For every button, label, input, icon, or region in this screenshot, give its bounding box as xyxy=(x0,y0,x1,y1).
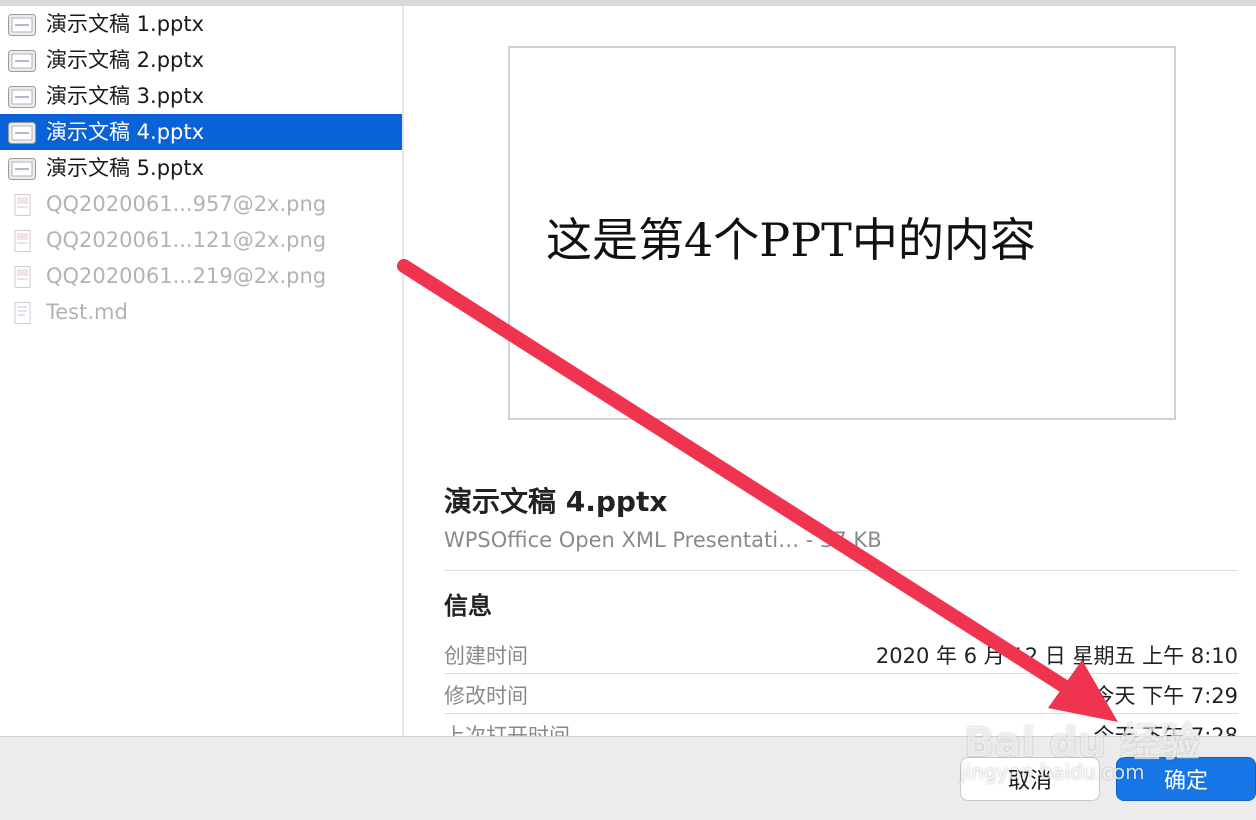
file-name: 演示文稿 1.pptx xyxy=(46,12,205,36)
pptx-file-icon xyxy=(8,14,36,36)
file-row[interactable]: 演示文稿 4.pptx xyxy=(0,114,402,150)
preview-file-name: 演示文稿 4.pptx xyxy=(444,485,668,518)
file-list[interactable]: 演示文稿 1.pptx 演示文稿 2.pptx 演示文稿 3.pptx 演示文稿 4.… xyxy=(0,6,402,736)
png-file-icon xyxy=(8,230,36,252)
info-value: 2020 年 6 月 12 日 星期五 上午 8:10 xyxy=(875,644,1238,668)
file-name: QQ2020061...957@2x.png xyxy=(46,192,327,216)
info-section-title: 信息 xyxy=(444,592,492,620)
pptx-file-icon xyxy=(8,86,36,108)
file-name: QQ2020061...219@2x.png xyxy=(46,264,327,288)
pptx-file-icon xyxy=(8,158,36,180)
file-name: 演示文稿 4.pptx xyxy=(46,120,205,144)
dialog-button-bar: 取消 确定 xyxy=(0,736,1256,820)
file-name: QQ2020061...121@2x.png xyxy=(46,228,327,252)
file-name: 演示文稿 5.pptx xyxy=(46,156,205,180)
md-file-icon xyxy=(8,302,36,324)
file-row: QQ2020061...219@2x.png xyxy=(0,258,402,294)
file-name: 演示文稿 3.pptx xyxy=(46,84,205,108)
file-name: Test.md xyxy=(46,300,128,324)
pptx-file-icon xyxy=(8,50,36,72)
divider xyxy=(444,570,1238,571)
info-label: 修改时间 xyxy=(444,684,528,708)
confirm-button[interactable]: 确定 xyxy=(1116,757,1256,801)
preview-pane: 这是第4个PPT中的内容 演示文稿 4.pptx WPSOffice Open … xyxy=(404,6,1256,754)
cancel-button[interactable]: 取消 xyxy=(960,757,1100,801)
slide-thumbnail: 这是第4个PPT中的内容 xyxy=(508,46,1176,420)
file-row[interactable]: 演示文稿 2.pptx xyxy=(0,42,402,78)
info-label: 创建时间 xyxy=(444,644,528,668)
png-file-icon xyxy=(8,194,36,216)
slide-text: 这是第4个PPT中的内容 xyxy=(546,213,1036,267)
info-row-modified: 修改时间 今天 下午 7:29 xyxy=(444,674,1238,714)
preview-file-kind: WPSOffice Open XML Presentati… - 37 KB xyxy=(444,528,882,552)
pptx-file-icon xyxy=(8,122,36,144)
info-row-created: 创建时间 2020 年 6 月 12 日 星期五 上午 8:10 xyxy=(444,634,1238,674)
file-row: QQ2020061...121@2x.png xyxy=(0,222,402,258)
file-row: QQ2020061...957@2x.png xyxy=(0,186,402,222)
file-name: 演示文稿 2.pptx xyxy=(46,48,205,72)
file-row: Test.md xyxy=(0,294,402,330)
file-row[interactable]: 演示文稿 5.pptx xyxy=(0,150,402,186)
png-file-icon xyxy=(8,266,36,288)
info-value: 今天 下午 7:29 xyxy=(1093,684,1238,708)
file-row[interactable]: 演示文稿 3.pptx xyxy=(0,78,402,114)
file-row[interactable]: 演示文稿 1.pptx xyxy=(0,6,402,42)
